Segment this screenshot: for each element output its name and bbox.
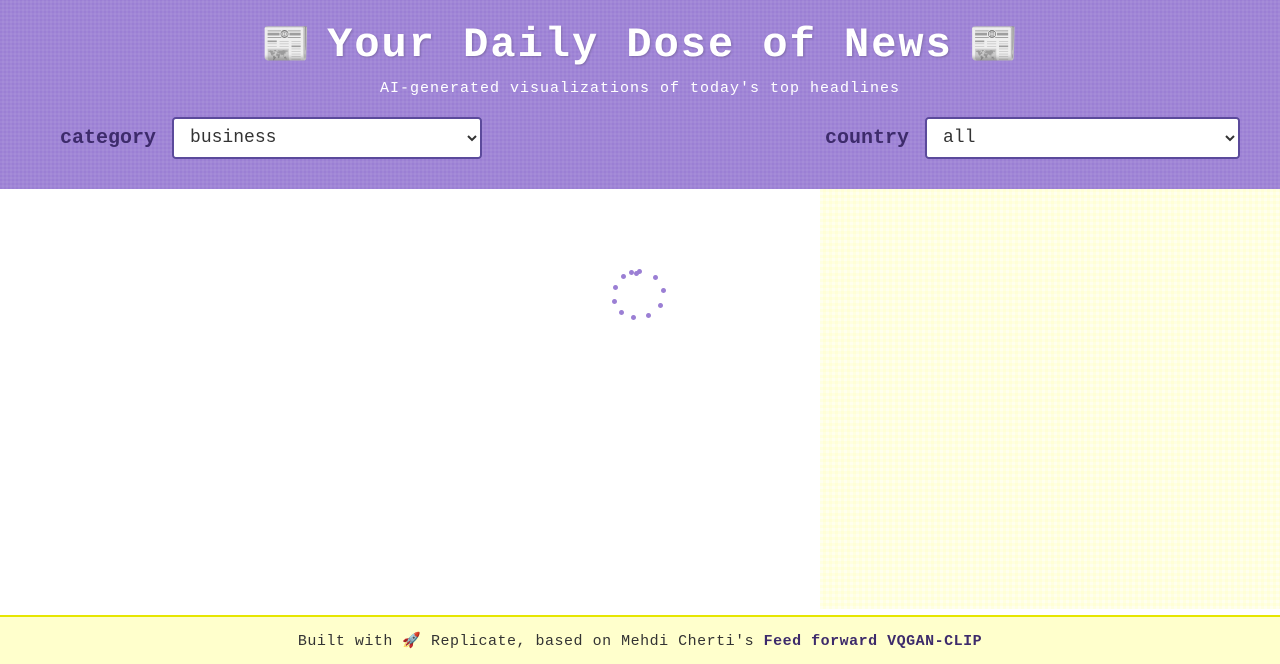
spinner-dot-5 <box>646 313 651 318</box>
title-row: 📰 Your Daily Dose of News 📰 <box>40 20 1240 70</box>
spinner-dot-4 <box>658 303 663 308</box>
spinner-dot-2 <box>653 275 658 280</box>
controls-row: category businessentertainmentgeneralhea… <box>40 117 1240 159</box>
right-panel <box>820 189 1280 609</box>
country-select[interactable]: allaearataubebgbrcachcncocuczdeegfrgbgrh… <box>925 117 1240 159</box>
spinner-dot-6 <box>631 315 636 320</box>
newspaper-icon-right: 📰 <box>969 20 1019 70</box>
footer-link[interactable]: Feed forward VQGAN-CLIP <box>764 633 983 650</box>
spinner-dot-9 <box>613 285 618 290</box>
main-content <box>0 189 1280 609</box>
category-select[interactable]: businessentertainmentgeneralhealthscienc… <box>172 117 482 159</box>
loading-spinner <box>615 269 665 319</box>
header: 📰 Your Daily Dose of News 📰 AI-generated… <box>0 0 1280 189</box>
category-label: category <box>60 127 156 150</box>
spinner-wheel <box>615 269 665 319</box>
spinner-dot-7 <box>619 310 624 315</box>
page-subtitle: AI-generated visualizations of today's t… <box>40 80 1240 97</box>
country-label: country <box>825 127 909 150</box>
footer: Built with 🚀 Replicate, based on Mehdi C… <box>0 615 1280 664</box>
footer-text-before-link: Built with 🚀 Replicate, based on Mehdi C… <box>298 633 754 650</box>
spinner-dot-10 <box>621 274 626 279</box>
page-title: Your Daily Dose of News <box>327 21 953 69</box>
newspaper-icon-left: 📰 <box>261 20 311 70</box>
spinner-dot-3 <box>661 288 666 293</box>
spinner-dot-8 <box>612 299 617 304</box>
spinner-dot-12 <box>634 271 639 276</box>
